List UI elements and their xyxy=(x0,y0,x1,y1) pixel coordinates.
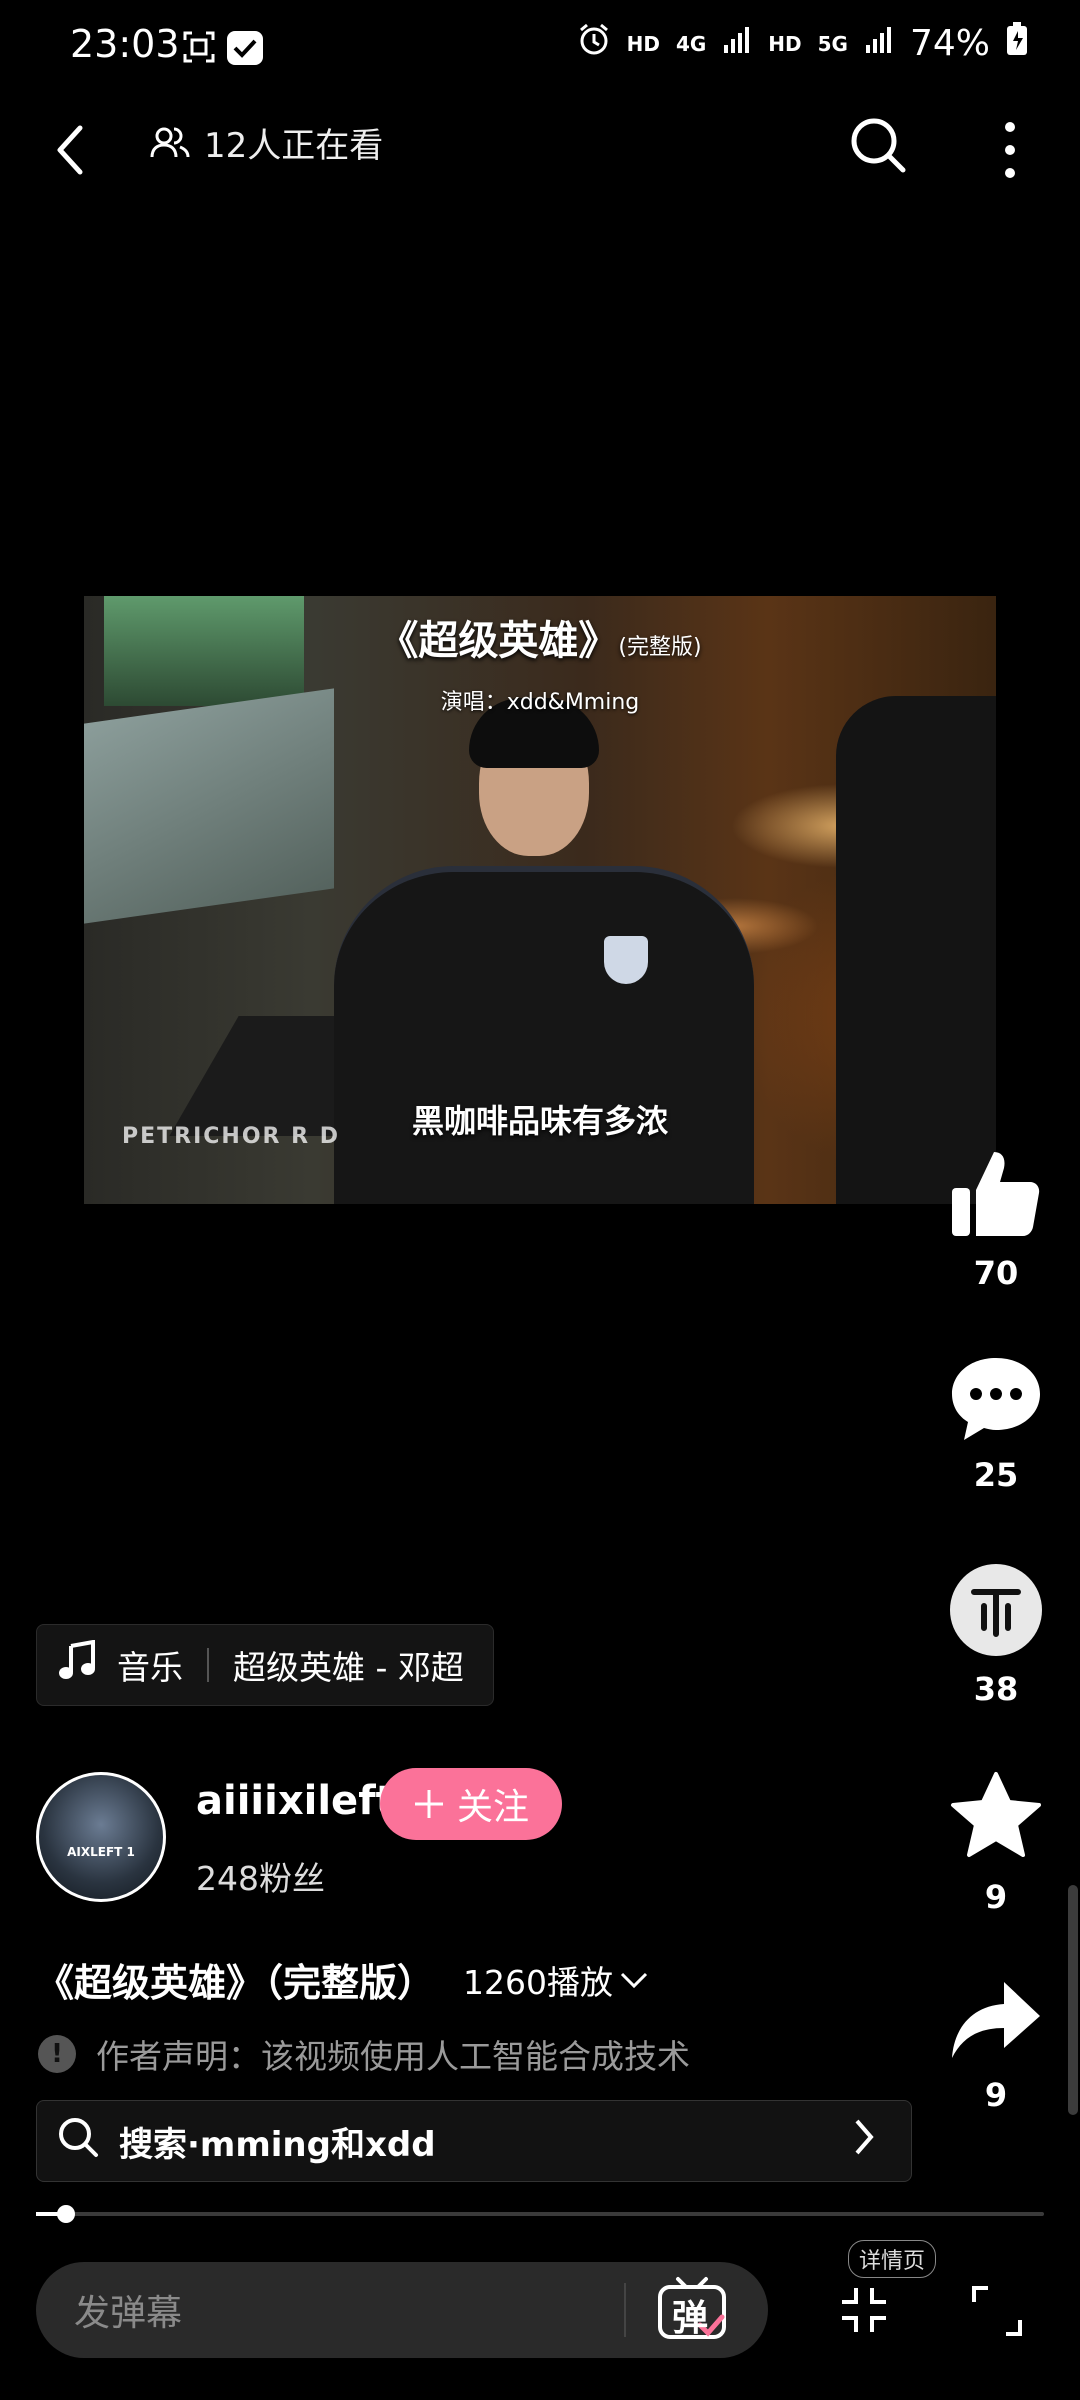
comment-count: 25 xyxy=(973,1456,1019,1494)
ai-notice-text: 作者声明：该视频使用人工智能合成技术 xyxy=(96,2037,690,2076)
video-overlay-title: 《超级英雄》(完整版) xyxy=(84,608,996,666)
info-icon: ! xyxy=(38,2035,76,2073)
compress-button[interactable] xyxy=(838,2284,890,2336)
viewers-text: 12人正在看 xyxy=(204,126,384,166)
video-person-shirt xyxy=(334,866,754,1204)
play-count-text: 1260播放 xyxy=(463,1962,613,2002)
favorite-count: 9 xyxy=(984,1878,1008,1916)
coin-button[interactable]: 38 xyxy=(946,1562,1046,1708)
chevron-down-icon xyxy=(620,1972,648,1988)
detail-page-label[interactable]: 详情页 xyxy=(848,2240,937,2278)
battery-icon xyxy=(1006,22,1028,65)
network-4g: 4G xyxy=(675,31,707,56)
progress-track[interactable] xyxy=(36,2212,1044,2216)
comment-icon xyxy=(952,1358,1040,1440)
jersey-logo xyxy=(604,936,648,984)
like-button[interactable]: 70 xyxy=(946,1146,1046,1292)
follow-button[interactable]: 关注 xyxy=(380,1768,562,1840)
music-note-icon xyxy=(59,1639,97,1690)
comment-button[interactable]: 25 xyxy=(946,1354,1046,1494)
chevron-left-icon xyxy=(57,125,83,175)
fans-count: 248粉丝 xyxy=(196,1859,325,1898)
video-title-row[interactable]: 《超级英雄》（完整版） 1260播放 xyxy=(36,1952,649,2007)
progress-handle[interactable] xyxy=(57,2205,75,2223)
music-label: 音乐 xyxy=(117,1648,183,1687)
danmaku-divider xyxy=(624,2283,626,2337)
fullscreen-icon xyxy=(972,2286,1022,2336)
danmaku-placeholder: 发弹幕 xyxy=(74,2293,183,2334)
scroll-indicator[interactable] xyxy=(1068,1885,1078,2115)
screenshot-icon xyxy=(182,30,216,68)
favorite-button[interactable]: 9 xyxy=(946,1770,1046,1916)
signal-icon-1 xyxy=(722,23,752,64)
share-count: 9 xyxy=(984,2076,1008,2114)
more-vertical-icon xyxy=(1005,122,1015,178)
avatar[interactable]: AIXLEFT 1 xyxy=(36,1772,166,1902)
compress-icon xyxy=(842,2288,886,2332)
alarm-icon xyxy=(577,22,611,65)
plus-icon xyxy=(414,1790,443,1818)
chevron-right-icon xyxy=(853,2117,875,2166)
more-button[interactable] xyxy=(990,115,1030,185)
play-count[interactable]: 1260播放 xyxy=(463,1956,649,2004)
music-track: 超级英雄 - 邓超 xyxy=(233,1648,464,1687)
video-player[interactable]: 《超级英雄》(完整版) 演唱：xdd&Mming PETRICHOR R D 黑… xyxy=(84,596,996,1204)
status-time: 23:03 xyxy=(70,22,180,66)
related-search-bar[interactable]: 搜索·mming和xdd xyxy=(36,2100,912,2182)
video-bg-monitor xyxy=(84,688,334,924)
follow-label: 关注 xyxy=(456,1787,529,1828)
search-small-icon xyxy=(57,2116,99,2167)
related-search-text: 搜索·mming和xdd xyxy=(119,2124,436,2165)
search-icon xyxy=(851,118,906,173)
coin-icon xyxy=(950,1564,1042,1656)
avatar-text: AIXLEFT 1 xyxy=(67,1845,135,1859)
share-button[interactable]: 9 xyxy=(946,1978,1046,2114)
username[interactable]: aiiiixileft xyxy=(196,1778,395,1824)
share-icon xyxy=(952,1982,1040,2058)
ai-notice: ! 作者声明：该视频使用人工智能合成技术 xyxy=(38,2030,690,2078)
video-overlay-title-suffix: (完整版) xyxy=(618,635,702,660)
danmaku-char: 弹 xyxy=(672,2298,709,2339)
video-overlay-title-main: 《超级英雄》 xyxy=(378,618,619,664)
back-button[interactable] xyxy=(48,120,98,180)
check-app-icon xyxy=(226,30,264,70)
viewers-count: 12人正在看 xyxy=(150,118,383,167)
search-button[interactable] xyxy=(848,115,908,175)
battery-percent: 74% xyxy=(909,23,990,64)
video-subtitle: 黑咖啡品味有多浓 xyxy=(411,1102,668,1140)
signal-icon-2 xyxy=(864,23,894,64)
music-chip[interactable]: 音乐 超级英雄 - 邓超 xyxy=(36,1624,494,1706)
hd-badge-2: HD xyxy=(768,31,802,56)
danmaku-toggle-button[interactable]: 弹 xyxy=(656,2273,728,2347)
video-title: 《超级英雄》（完整版） xyxy=(36,1961,436,2005)
network-5g: 5G xyxy=(817,31,848,56)
coin-count: 38 xyxy=(973,1670,1019,1708)
people-icon xyxy=(150,127,190,157)
video-overlay-singer: 演唱：xdd&Mming xyxy=(440,690,640,715)
like-count: 70 xyxy=(973,1254,1019,1292)
thumbs-up-icon xyxy=(952,1152,1040,1236)
danmaku-input[interactable]: 发弹幕 弹 xyxy=(36,2262,768,2358)
music-divider xyxy=(207,1648,209,1682)
star-icon xyxy=(951,1772,1041,1857)
status-right: HD 4G HD 5G 74% xyxy=(577,22,1028,65)
fullscreen-button[interactable] xyxy=(970,2284,1024,2338)
hd-badge-1: HD xyxy=(626,31,660,56)
